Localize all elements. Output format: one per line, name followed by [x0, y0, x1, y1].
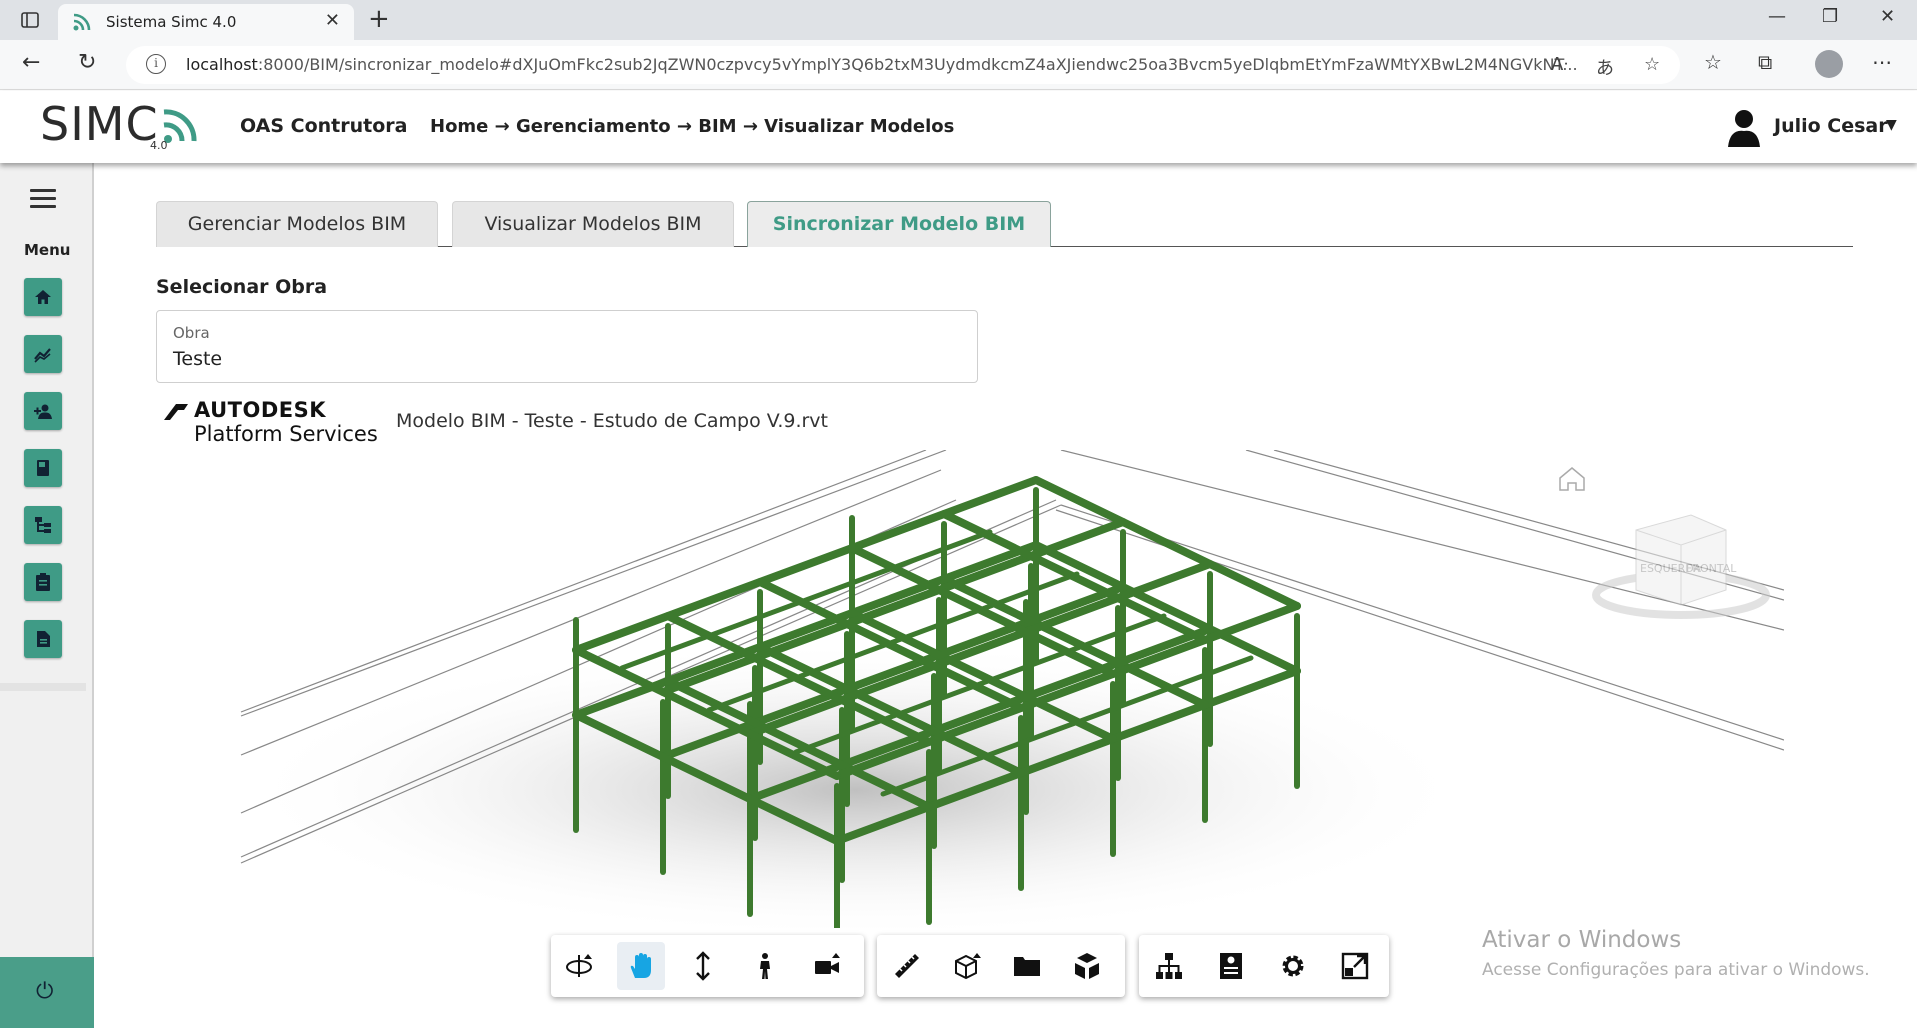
reload-icon[interactable]: ↻ [78, 50, 96, 75]
read-aloud-icon[interactable]: Aᐧ [1551, 54, 1568, 75]
tab-visualizar-modelos[interactable]: Visualizar Modelos BIM [452, 201, 734, 247]
settings-tool[interactable] [1269, 942, 1317, 990]
first-person-icon [760, 953, 770, 979]
model-browser-icon [1014, 957, 1040, 976]
view-cube[interactable]: ESQUERDA FRONTAL [1592, 514, 1770, 619]
chevron-down-icon: ▼ [1886, 117, 1897, 133]
tab-gerenciar-modelos[interactable]: Gerenciar Modelos BIM [156, 201, 438, 247]
profile-avatar[interactable] [1815, 50, 1843, 78]
browser-tab-title: Sistema Simc 4.0 [106, 13, 237, 31]
zoom-tool[interactable] [679, 942, 727, 990]
book-icon [37, 460, 49, 476]
user-icon [1728, 110, 1760, 147]
autodesk-mark-icon [164, 404, 188, 420]
obra-select-value: Teste [173, 348, 223, 370]
chart-icon [34, 348, 51, 363]
close-window-icon[interactable]: ✕ [1880, 6, 1895, 27]
zoom-icon [696, 951, 710, 981]
browser-tab-bar: Sistema Simc 4.0 ✕ + — ❐ ✕ [0, 0, 1917, 40]
sidebar-divider [0, 683, 86, 691]
model-structure-tool[interactable] [1145, 942, 1193, 990]
tab-actions-icon[interactable] [20, 10, 40, 30]
site-info-icon[interactable]: i [146, 54, 166, 74]
document-icon [37, 631, 50, 647]
sidebar-item-add-user[interactable] [24, 392, 62, 430]
clipboard-icon [36, 573, 50, 591]
more-options-icon[interactable]: ⋯ [1872, 50, 1892, 74]
minimize-icon[interactable]: — [1768, 6, 1786, 27]
close-tab-icon[interactable]: ✕ [325, 10, 340, 31]
settings-toolbar [1139, 935, 1389, 997]
sidebar-item-clipboard[interactable] [24, 563, 62, 601]
favorite-star-icon[interactable]: ☆ [1644, 54, 1660, 75]
section-tool[interactable] [943, 942, 991, 990]
sidebar: Menu ⏻ [0, 163, 94, 1028]
sidebar-item-home[interactable] [24, 278, 62, 316]
logout-button[interactable]: ⏻ [0, 957, 94, 1028]
favorites-icon[interactable]: ☆ [1704, 50, 1722, 74]
user-name: Julio Cesar [1774, 115, 1888, 137]
beam [572, 476, 1040, 654]
new-tab-icon[interactable]: + [368, 4, 390, 34]
simc-logo[interactable]: SIMC 4.0 [40, 97, 210, 159]
camera-tool[interactable] [803, 942, 851, 990]
sidebar-item-document[interactable] [24, 620, 62, 658]
first-person-tool[interactable] [741, 942, 789, 990]
explode-icon [1075, 953, 1099, 979]
pan-icon [630, 953, 651, 978]
page-tabs: Gerenciar Modelos BIM Visualizar Modelos… [156, 201, 1853, 247]
properties-icon [1220, 953, 1242, 979]
structure-icon [1156, 953, 1182, 979]
section-title: Selecionar Obra [156, 276, 328, 298]
modeling-toolbar [877, 935, 1125, 997]
obra-select-label: Obra [173, 324, 210, 342]
browser-tab[interactable]: Sistema Simc 4.0 ✕ [58, 4, 354, 40]
explode-tool[interactable] [1003, 942, 1051, 990]
rss-favicon-icon [73, 13, 91, 31]
windows-activation-title: Ativar o Windows [1482, 927, 1682, 953]
camera-icon [815, 953, 840, 974]
measure-tool[interactable] [883, 942, 931, 990]
fullscreen-icon [1341, 952, 1369, 980]
orbit-icon [566, 954, 592, 977]
tab-sincronizar-modelo[interactable]: Sincronizar Modelo BIM [747, 201, 1051, 247]
menu-label: Menu [24, 241, 71, 259]
windows-activation-text: Acesse Configurações para ativar o Windo… [1482, 960, 1870, 980]
explode-model-tool[interactable] [1063, 942, 1111, 990]
add-user-icon [34, 404, 52, 419]
orbit-tool[interactable] [555, 942, 603, 990]
obra-select[interactable]: Obra Teste [156, 310, 978, 383]
navigation-toolbar [551, 935, 864, 997]
hierarchy-icon [35, 517, 51, 533]
hamburger-menu-icon[interactable] [30, 189, 56, 209]
bim-3d-viewer[interactable]: ESQUERDA FRONTAL [156, 450, 1784, 928]
back-icon[interactable]: ← [22, 50, 40, 75]
home-icon [35, 290, 51, 304]
translate-icon[interactable]: あ [1596, 54, 1614, 80]
viewcube-front-label: FRONTAL [1686, 562, 1737, 575]
properties-tool[interactable] [1207, 942, 1255, 990]
address-bar-row: ← ↻ i localhost:8000/BIM/sincronizar_mod… [0, 40, 1917, 90]
measure-icon [895, 954, 919, 978]
company-name: OAS Contrutora [240, 115, 408, 137]
app-header: SIMC 4.0 OAS Contrutora Home → Gerenciam… [0, 91, 1917, 163]
autodesk-aps-logo: AUTODESK Platform Services [164, 398, 384, 446]
model-name: Modelo BIM - Teste - Estudo de Campo V.9… [396, 410, 828, 432]
power-icon: ⏻ [36, 979, 54, 1004]
section-icon [955, 953, 981, 980]
url-text: localhost:8000/BIM/sincronizar_modelo#dX… [186, 55, 1578, 74]
collections-icon[interactable]: ⧉ [1758, 50, 1772, 74]
model-canvas[interactable]: ESQUERDA FRONTAL [156, 450, 1784, 928]
viewer-home-icon[interactable] [1559, 467, 1585, 491]
sidebar-item-structure[interactable] [24, 506, 62, 544]
sidebar-item-dashboard[interactable] [24, 335, 62, 373]
settings-icon [1282, 955, 1304, 977]
restore-icon[interactable]: ❐ [1822, 6, 1838, 27]
pan-tool[interactable] [617, 942, 665, 990]
url-input[interactable]: i localhost:8000/BIM/sincronizar_modelo#… [126, 46, 1680, 84]
sidebar-item-book[interactable] [24, 449, 62, 487]
breadcrumb: Home → Gerenciamento → BIM → Visualizar … [430, 116, 955, 137]
fullscreen-tool[interactable] [1331, 942, 1379, 990]
